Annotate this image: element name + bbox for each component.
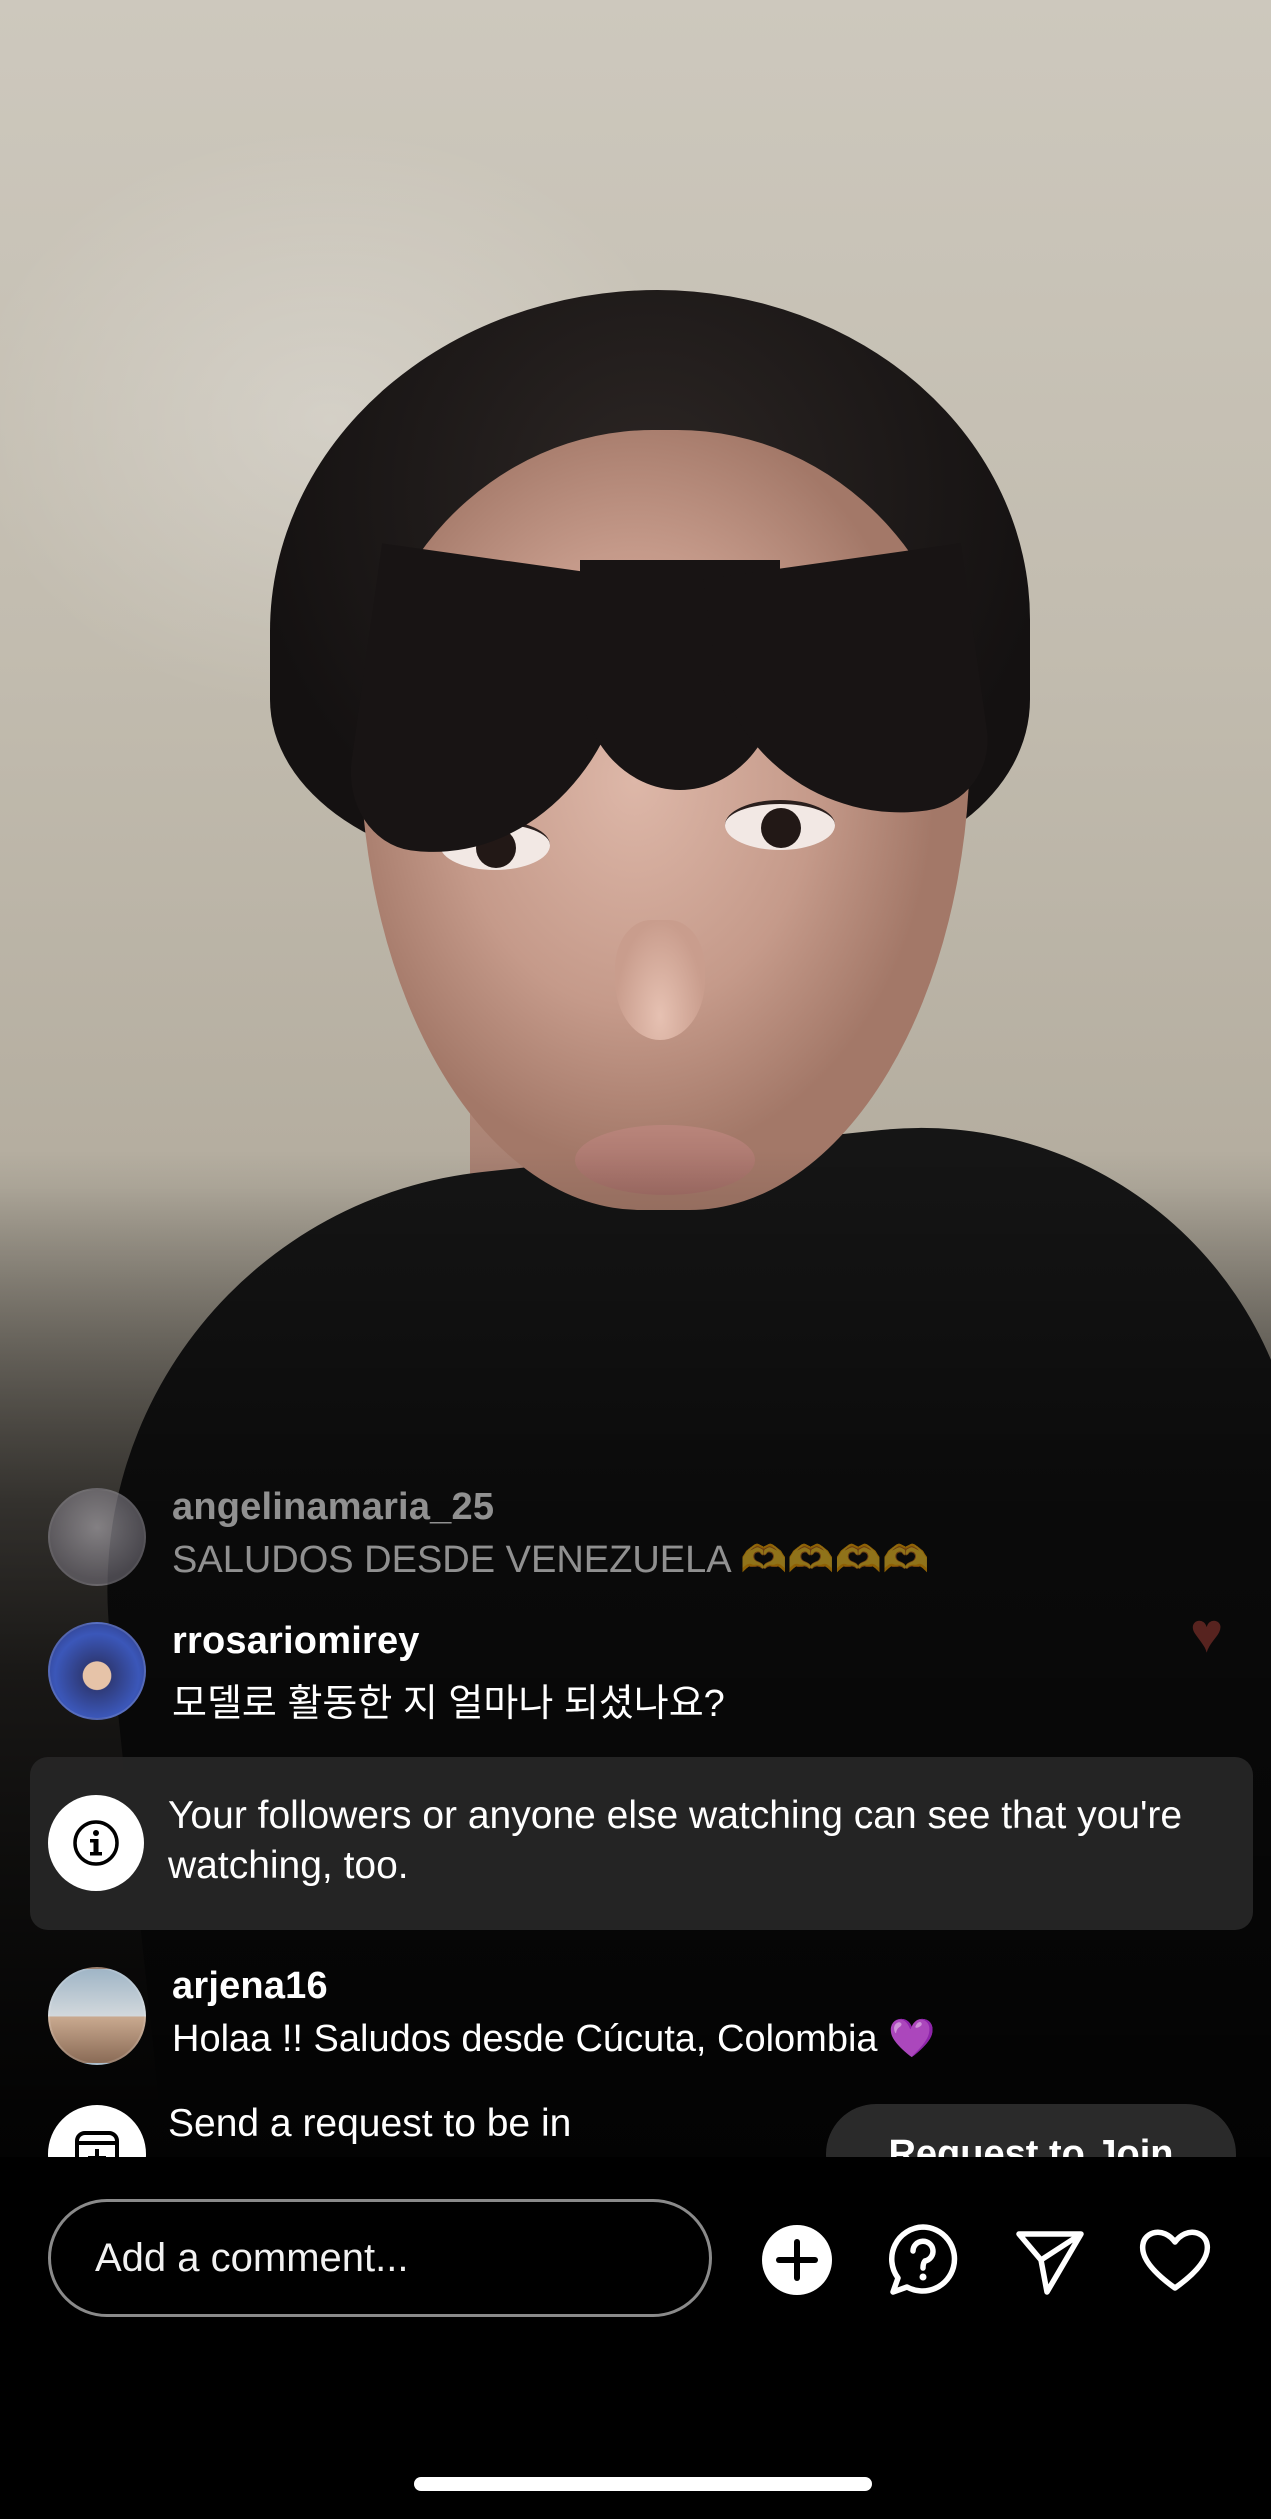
avatar[interactable] [48, 1488, 146, 1586]
heart-outline-icon[interactable] [1137, 2222, 1213, 2298]
comment-text: Holaa !! Saludos desde Cúcuta, Colombia … [172, 2018, 936, 2060]
join-request-row: Send a request to be in Request to Join [0, 2080, 1271, 2157]
home-indicator[interactable] [414, 2477, 872, 2491]
info-icon [48, 1795, 144, 1891]
comment-username[interactable]: rrosariomirey [172, 1620, 420, 1663]
comment-text: 모델로 활동한 지 얼마나 되셨나요? [172, 1683, 725, 1725]
live-video[interactable]: angelinamaria_25 SALUDOS DESDE VENEZUELA… [0, 0, 1271, 2157]
plus-circle-icon[interactable] [759, 2222, 835, 2298]
request-to-join-button[interactable]: Request to Join [826, 2104, 1236, 2157]
comment-text: SALUDOS DESDE VENEZUELA 🫶🫶🫶🫶 [172, 1539, 930, 1581]
avatar[interactable] [48, 1622, 146, 1720]
notice-text: Your followers or anyone else watching c… [168, 1794, 1183, 1887]
bottom-bar [0, 2157, 1271, 2519]
video-nose [615, 920, 705, 1040]
floating-heart-icon: ♥ [1190, 1601, 1224, 1664]
avatar[interactable] [48, 1967, 146, 2065]
add-video-icon [48, 2105, 146, 2157]
video-eye-right [725, 800, 835, 850]
comment-username[interactable]: arjena16 [172, 1965, 328, 2008]
join-request-text: Send a request to be in [168, 2102, 572, 2145]
comment-username[interactable]: angelinamaria_25 [172, 1486, 494, 1529]
question-bubble-icon[interactable] [885, 2222, 961, 2298]
paper-plane-icon[interactable] [1011, 2222, 1087, 2298]
comment-input[interactable] [48, 2199, 712, 2317]
watching-notice: Your followers or anyone else watching c… [30, 1757, 1253, 1930]
